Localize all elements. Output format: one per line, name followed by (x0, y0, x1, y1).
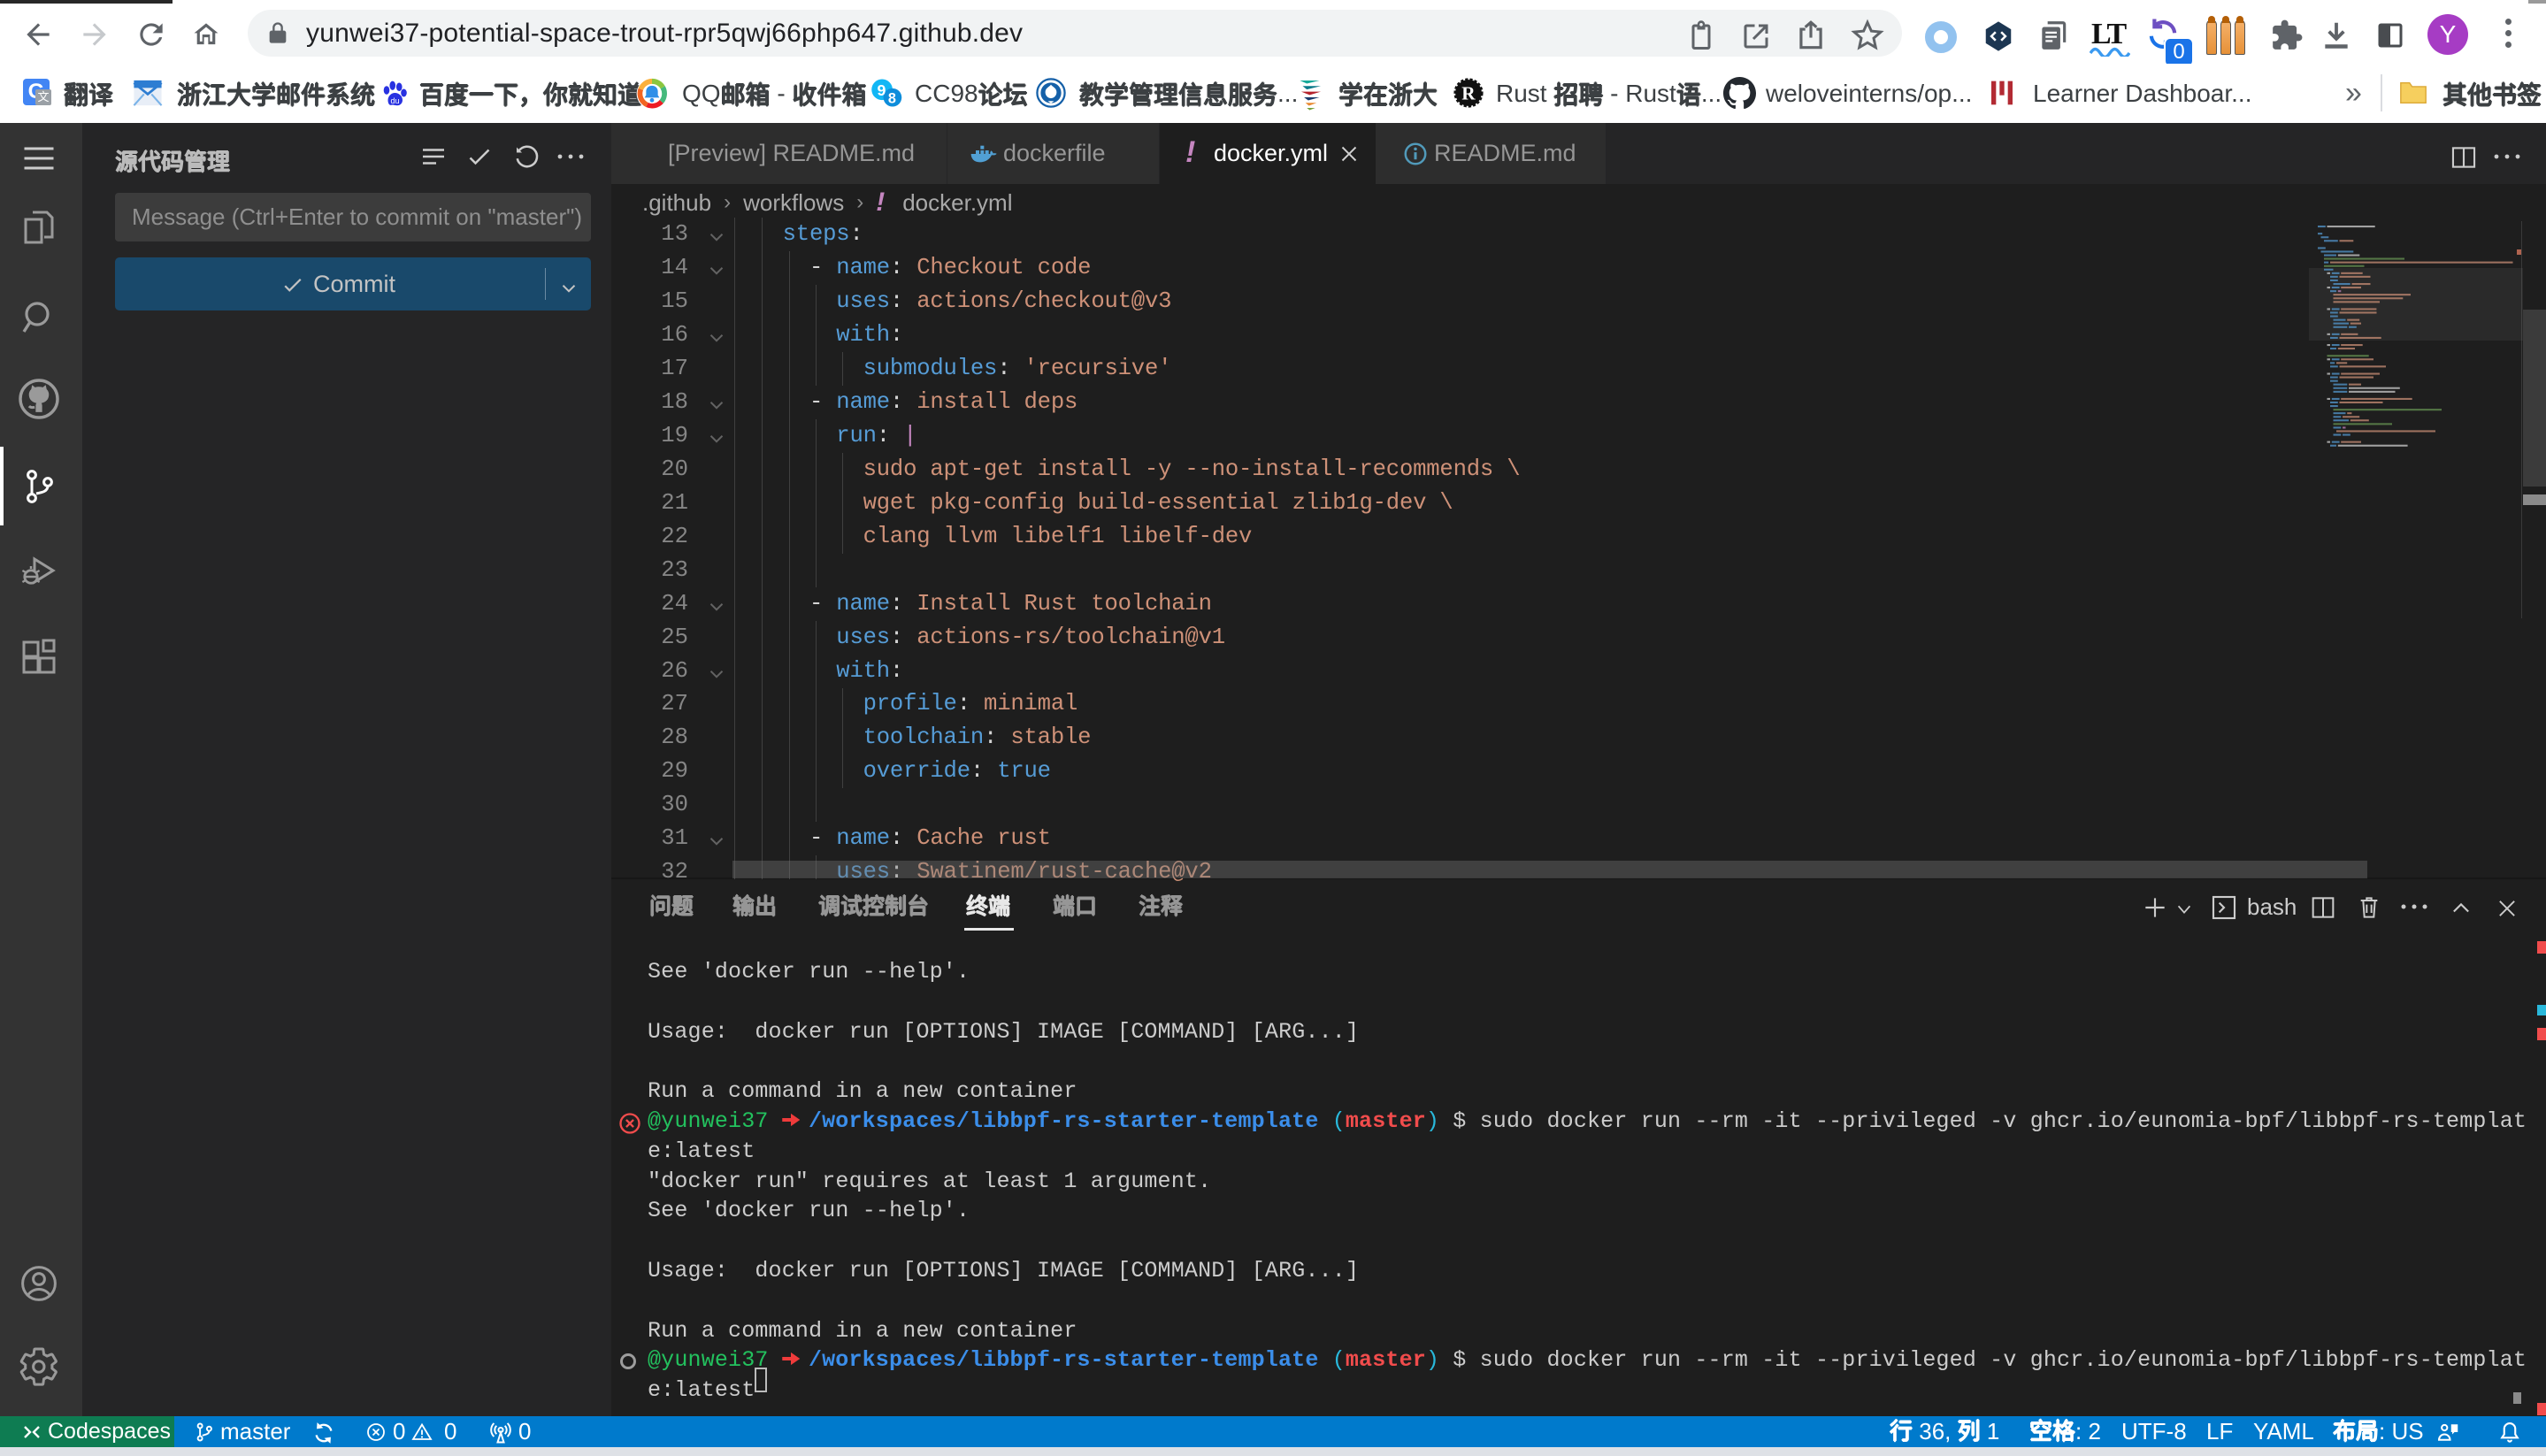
svg-text:du: du (391, 96, 400, 105)
svg-text:9: 9 (877, 81, 886, 99)
svg-text:8: 8 (888, 91, 896, 107)
svg-text:R: R (1461, 83, 1476, 104)
